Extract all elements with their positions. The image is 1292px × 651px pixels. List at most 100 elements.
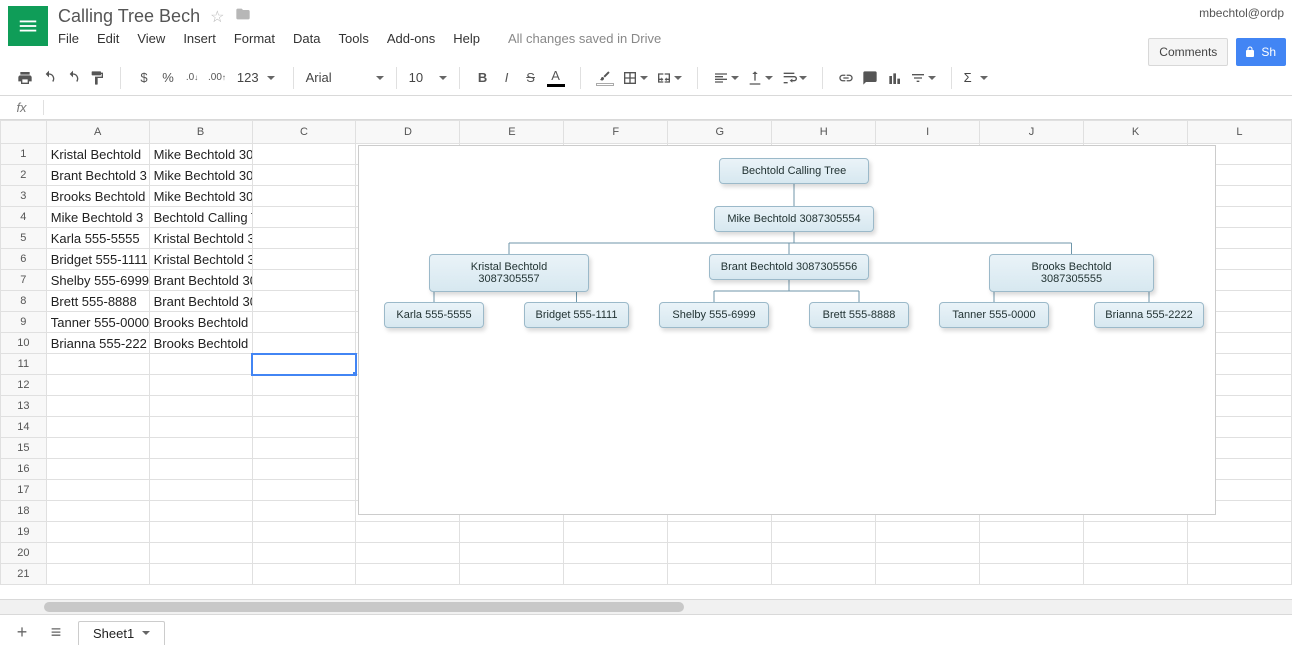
- text-color-button[interactable]: A: [544, 66, 568, 90]
- cell[interactable]: [980, 522, 1084, 543]
- menu-addons[interactable]: Add-ons: [387, 31, 435, 46]
- menu-tools[interactable]: Tools: [338, 31, 368, 46]
- row-header[interactable]: 5: [1, 228, 47, 249]
- row-header[interactable]: 19: [1, 522, 47, 543]
- cell[interactable]: Mike Bechtold 3087305554: [149, 165, 252, 186]
- row-header[interactable]: 6: [1, 249, 47, 270]
- cell[interactable]: Mike Bechtold 3087305554: [149, 144, 252, 165]
- doc-title[interactable]: Calling Tree Bech: [58, 6, 200, 27]
- cell[interactable]: [356, 522, 460, 543]
- cell[interactable]: [252, 207, 356, 228]
- org-chart-node[interactable]: Tanner 555-0000: [939, 302, 1049, 328]
- cell[interactable]: [1187, 522, 1291, 543]
- bold-button[interactable]: B: [472, 66, 494, 90]
- cell[interactable]: [149, 354, 252, 375]
- column-header[interactable]: H: [772, 121, 876, 144]
- org-chart-node[interactable]: Karla 555-5555: [384, 302, 484, 328]
- cell[interactable]: Bridget 555-1111: [46, 249, 149, 270]
- cell[interactable]: [252, 228, 356, 249]
- cell[interactable]: Mike Bechtold 3087305554: [149, 186, 252, 207]
- share-button[interactable]: Sh: [1236, 38, 1286, 66]
- row-header[interactable]: 15: [1, 438, 47, 459]
- org-chart-node[interactable]: Brooks Bechtold 3087305555: [989, 254, 1154, 292]
- cell[interactable]: [149, 543, 252, 564]
- cell[interactable]: [46, 438, 149, 459]
- menu-file[interactable]: File: [58, 31, 79, 46]
- cell[interactable]: [564, 564, 668, 585]
- fill-color-button[interactable]: [593, 66, 617, 90]
- cell[interactable]: [252, 417, 356, 438]
- borders-button[interactable]: [619, 66, 651, 90]
- row-header[interactable]: 18: [1, 501, 47, 522]
- cell[interactable]: Kristal Bechtold 3087305557: [149, 228, 252, 249]
- cell[interactable]: [252, 522, 356, 543]
- select-all-corner[interactable]: [1, 121, 47, 144]
- cell[interactable]: [252, 459, 356, 480]
- row-header[interactable]: 11: [1, 354, 47, 375]
- org-chart-node[interactable]: Brett 555-8888: [809, 302, 909, 328]
- cell[interactable]: [1084, 543, 1188, 564]
- increase-decimal[interactable]: .00↑: [205, 66, 229, 90]
- functions-button[interactable]: Σ: [958, 66, 994, 90]
- cell[interactable]: Tanner 555-0000: [46, 312, 149, 333]
- menu-format[interactable]: Format: [234, 31, 275, 46]
- cell[interactable]: [252, 354, 356, 375]
- cell[interactable]: Brooks Bechtold 3087305555: [149, 312, 252, 333]
- spreadsheet-grid[interactable]: ABCDEFGHIJKL 1Kristal BechtoldMike Becht…: [0, 120, 1292, 600]
- org-chart[interactable]: Bechtold Calling TreeMike Bechtold 30873…: [358, 145, 1216, 515]
- add-sheet-button[interactable]: +: [10, 621, 34, 645]
- cell[interactable]: [252, 270, 356, 291]
- cell[interactable]: Brett 555-8888: [46, 291, 149, 312]
- org-chart-node[interactable]: Mike Bechtold 3087305554: [714, 206, 874, 232]
- cell[interactable]: [252, 333, 356, 354]
- all-sheets-button[interactable]: ≡: [44, 621, 68, 645]
- cell[interactable]: [46, 522, 149, 543]
- cell[interactable]: [252, 291, 356, 312]
- font-size-select[interactable]: 10: [403, 66, 453, 90]
- menu-data[interactable]: Data: [293, 31, 320, 46]
- column-header[interactable]: L: [1187, 121, 1291, 144]
- merge-cells-button[interactable]: [653, 66, 685, 90]
- cell[interactable]: [46, 417, 149, 438]
- comments-button[interactable]: Comments: [1148, 38, 1228, 66]
- cell[interactable]: [980, 543, 1084, 564]
- cell[interactable]: Brant Bechtold 3: [46, 165, 149, 186]
- cell[interactable]: [149, 564, 252, 585]
- text-wrap-button[interactable]: [778, 66, 810, 90]
- insert-chart-icon[interactable]: [883, 66, 905, 90]
- row-header[interactable]: 3: [1, 186, 47, 207]
- cell[interactable]: Kristal Bechtold 3087305557: [149, 249, 252, 270]
- decrease-decimal[interactable]: .0↓: [181, 66, 203, 90]
- chevron-down-icon[interactable]: [142, 631, 150, 635]
- cell[interactable]: [46, 501, 149, 522]
- cell[interactable]: [772, 564, 876, 585]
- cell[interactable]: [252, 564, 356, 585]
- cell[interactable]: [772, 543, 876, 564]
- menu-view[interactable]: View: [137, 31, 165, 46]
- column-header[interactable]: F: [564, 121, 668, 144]
- cell[interactable]: [876, 543, 980, 564]
- column-header[interactable]: G: [668, 121, 772, 144]
- cell[interactable]: [1187, 564, 1291, 585]
- cell[interactable]: Shelby 555-6999: [46, 270, 149, 291]
- cell[interactable]: [356, 543, 460, 564]
- filter-icon[interactable]: [907, 66, 939, 90]
- sheet-tab[interactable]: Sheet1: [78, 621, 165, 645]
- org-chart-node[interactable]: Kristal Bechtold 3087305557: [429, 254, 589, 292]
- more-formats[interactable]: 123: [231, 66, 281, 90]
- cell[interactable]: [252, 480, 356, 501]
- cell[interactable]: [252, 144, 356, 165]
- column-header[interactable]: C: [252, 121, 356, 144]
- format-currency[interactable]: $: [133, 66, 155, 90]
- cell[interactable]: [149, 396, 252, 417]
- cell[interactable]: [252, 501, 356, 522]
- cell[interactable]: [46, 354, 149, 375]
- org-chart-node[interactable]: Brant Bechtold 3087305556: [709, 254, 869, 280]
- cell[interactable]: [460, 564, 564, 585]
- paint-format-icon[interactable]: [86, 66, 108, 90]
- cell[interactable]: Bechtold Calling Tree: [149, 207, 252, 228]
- sheets-app-icon[interactable]: [8, 6, 48, 46]
- cell[interactable]: [252, 375, 356, 396]
- cell[interactable]: Brant Bechtold 3087305556: [149, 270, 252, 291]
- cell[interactable]: [1084, 522, 1188, 543]
